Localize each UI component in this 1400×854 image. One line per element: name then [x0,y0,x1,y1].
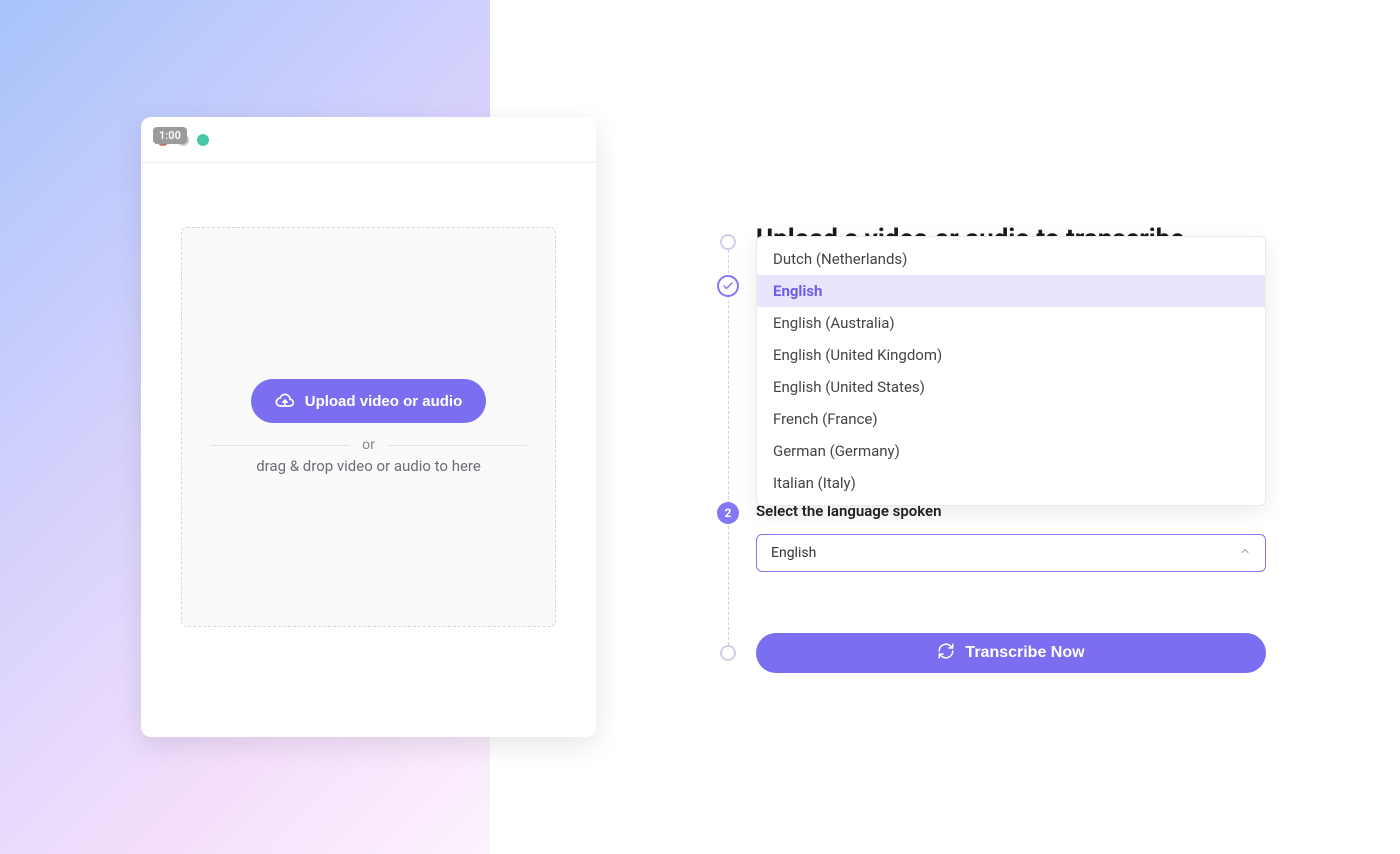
language-option[interactable]: French (France) [757,403,1265,435]
language-option[interactable]: Dutch (Netherlands) [757,243,1265,275]
step-marker-complete [717,275,739,297]
step-marker-2: 2 [717,502,739,524]
refresh-icon [937,642,955,665]
language-option[interactable]: Italian (Italy) [757,467,1265,499]
or-text: or [362,437,375,453]
cloud-upload-icon [275,391,295,411]
upload-button[interactable]: Upload video or audio [251,379,487,423]
upload-button-label: Upload video or audio [305,393,463,410]
language-option[interactable]: German (Germany) [757,435,1265,467]
language-dropdown[interactable]: Dutch (Netherlands)EnglishEnglish (Austr… [756,236,1266,506]
chevron-up-icon [1239,545,1251,561]
upload-dropzone[interactable]: Upload video or audio or drag & drop vid… [181,227,556,627]
upload-window: 1:00 Upload video or audio or drag & dro… [141,117,596,737]
language-option[interactable]: English (United States) [757,371,1265,403]
language-option[interactable]: English (Australia) [757,307,1265,339]
transcribe-button-label: Transcribe Now [965,644,1084,662]
step-marker-hollow-bottom [720,645,736,661]
step-marker-hollow-top [720,234,736,250]
step-2-number: 2 [725,506,732,520]
transcribe-button[interactable]: Transcribe Now [756,633,1266,673]
or-divider: or [210,437,527,453]
duration-badge: 1:00 [153,127,187,144]
language-select-value: English [771,545,816,561]
window-titlebar [141,117,596,163]
steps-connector-line [728,240,729,650]
language-option[interactable]: English [757,275,1265,307]
language-option[interactable]: English (United Kingdom) [757,339,1265,371]
language-select[interactable]: English [756,534,1266,572]
traffic-light-zoom[interactable] [197,134,209,146]
dragdrop-text: drag & drop video or audio to here [256,457,481,475]
